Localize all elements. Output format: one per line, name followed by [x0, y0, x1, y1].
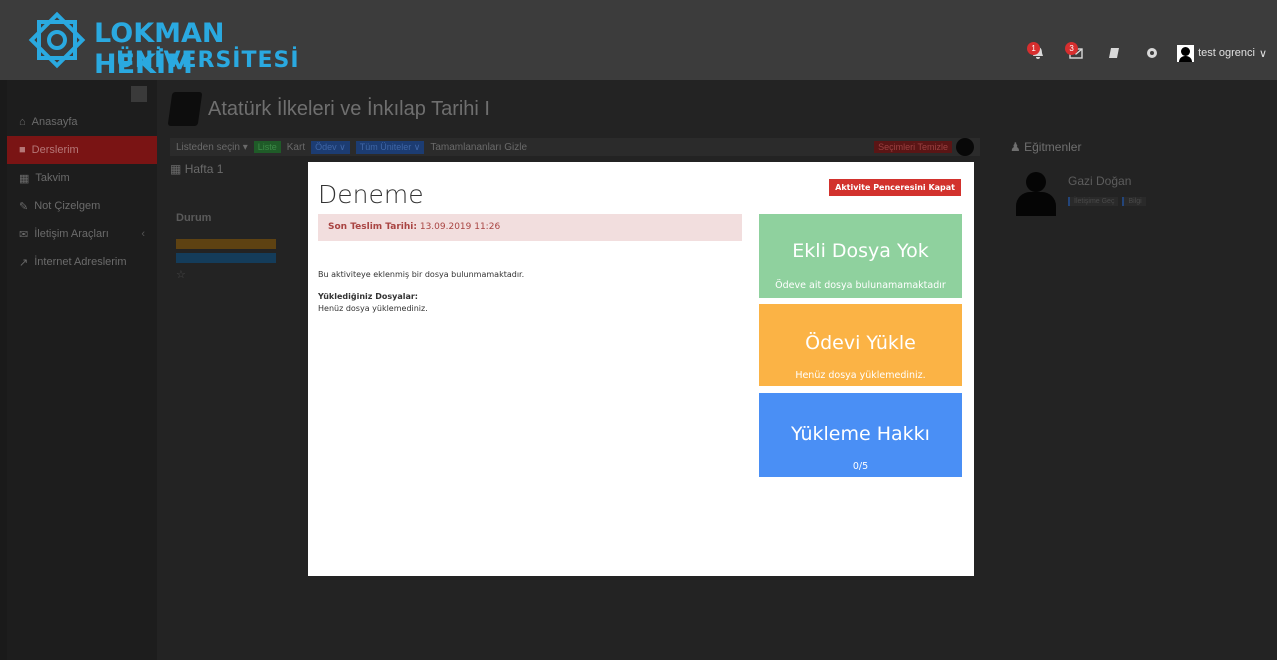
messages-envelope-icon[interactable]: 3: [1057, 42, 1095, 64]
university-logo[interactable]: LOKMAN HEKİM ÜNİVERSİTESİ: [22, 6, 299, 80]
header-actions: 1 3 test ogrenci ∨: [1019, 42, 1267, 64]
close-activity-button[interactable]: Aktivite Penceresini Kapat: [829, 179, 961, 196]
sidebar-item-label: İletişim Araçları: [34, 228, 109, 240]
tile-subtitle: 0/5: [852, 461, 869, 472]
user-avatar: [1177, 44, 1195, 62]
chevron-down-icon: ∨: [1258, 47, 1267, 60]
sidebar-item-iletisim-araclari[interactable]: ✉ İletişim Araçları ‹: [7, 220, 157, 248]
instructor-name: Gazi Doğan: [1068, 174, 1132, 188]
status-tag: [176, 253, 276, 263]
logo-emblem-icon: [28, 11, 86, 69]
calendar-icon: ▦: [170, 162, 182, 176]
logo-text-line2: ÜNİVERSİTESİ: [116, 48, 300, 73]
user-icon: ♟: [1010, 140, 1021, 154]
sidebar-item-anasayfa[interactable]: ⌂ Anasayfa: [7, 108, 157, 136]
sidebar-item-takvim[interactable]: ▦ Takvim: [7, 164, 157, 192]
activity-modal: Deneme Aktivite Penceresini Kapat Son Te…: [308, 162, 974, 576]
tile-title: Ödevi Yükle: [805, 332, 916, 354]
due-date-alert: Son Teslim Tarihi: 13.09.2019 11:26: [318, 214, 742, 241]
notifications-count-badge: 1: [1027, 42, 1041, 55]
course-toolbar: Listeden seçin ▾ Liste Kart Ödev ∨ Tüm Ü…: [170, 138, 980, 156]
contact-instructor-button[interactable]: İletişime Geç: [1068, 197, 1119, 206]
list-select-dropdown[interactable]: Listeden seçin ▾: [176, 142, 248, 153]
due-date-value: 13.09.2019 11:26: [419, 222, 501, 232]
instructors-title: ♟ Eğitmenler: [1010, 140, 1082, 154]
sidebar: ⌂ Anasayfa ■ Derslerim ▦ Takvim ✎ Not Çi…: [7, 80, 157, 660]
chevron-left-icon: ‹: [141, 228, 145, 240]
sidebar-toggle-icon[interactable]: [131, 86, 147, 102]
user-name: test ogrenci: [1198, 47, 1255, 59]
instructor-actions: İletişime Geç Bilgi: [1068, 197, 1146, 206]
courses-book-icon[interactable]: [1095, 42, 1133, 64]
course-book-icon: [167, 92, 203, 126]
star-icon[interactable]: ☆: [176, 268, 186, 281]
external-link-icon: ↗: [19, 256, 29, 269]
tile-title: Ekli Dosya Yok: [792, 240, 929, 262]
calendar-icon: ▦: [19, 172, 30, 185]
units-filter-dropdown[interactable]: Tüm Üniteler ∨: [355, 140, 425, 154]
home-icon: ⌂: [19, 116, 26, 128]
tile-subtitle: Henüz dosya yüklemediniz.: [795, 370, 926, 381]
course-title: Atatürk İlkeleri ve İnkılap Tarihi I: [167, 92, 490, 126]
due-date-label: Son Teslim Tarihi:: [328, 222, 417, 232]
odev-filter-dropdown[interactable]: Ödev ∨: [311, 140, 350, 154]
attached-files-tile[interactable]: Ekli Dosya Yok Ödeve ait dosya bulunamam…: [759, 214, 962, 298]
sidebar-item-label: Takvim: [35, 172, 70, 184]
uploaded-files-value: Henüz dosya yüklemediniz.: [318, 304, 428, 313]
user-menu[interactable]: test ogrenci ∨: [1177, 44, 1267, 62]
sidebar-item-derslerim[interactable]: ■ Derslerim: [7, 136, 157, 164]
status-tag: [176, 239, 276, 249]
language-globe-icon[interactable]: [1133, 42, 1171, 64]
sidebar-item-label: İnternet Adreslerim: [34, 256, 127, 268]
info-icon[interactable]: [956, 138, 974, 156]
tile-title: Yükleme Hakkı: [791, 423, 930, 445]
book-icon: ■: [19, 144, 26, 156]
kart-view-button[interactable]: Kart: [287, 142, 305, 153]
messages-count-badge: 3: [1065, 42, 1079, 55]
top-header: LOKMAN HEKİM ÜNİVERSİTESİ 1 3 test ogren…: [0, 0, 1277, 80]
week-label: ▦ Hafta 1: [170, 162, 224, 176]
sidebar-item-not-cizelgem[interactable]: ✎ Not Çizelgem: [7, 192, 157, 220]
course-title-text: Atatürk İlkeleri ve İnkılap Tarihi I: [208, 97, 490, 120]
liste-view-button[interactable]: Liste: [253, 141, 281, 153]
notifications-bell-icon[interactable]: 1: [1019, 42, 1057, 64]
sidebar-item-label: Derslerim: [31, 144, 79, 156]
sidebar-item-label: Not Çizelgem: [34, 200, 101, 212]
hide-completed-toggle[interactable]: Tamamlananları Gizle: [430, 142, 527, 153]
upload-quota-tile[interactable]: Yükleme Hakkı 0/5: [759, 393, 962, 477]
uploaded-files-label: Yüklediğiniz Dosyalar:: [318, 292, 419, 301]
modal-title: Deneme: [318, 180, 424, 209]
upload-assignment-tile[interactable]: Ödevi Yükle Henüz dosya yüklemediniz.: [759, 304, 962, 386]
tile-subtitle: Ödeve ait dosya bulunamamaktadır: [775, 280, 946, 291]
sidebar-item-label: Anasayfa: [31, 116, 78, 128]
instructor-info-button[interactable]: Bilgi: [1122, 197, 1146, 206]
pencil-icon: ✎: [19, 200, 29, 213]
no-attachment-text: Bu aktiviteye eklenmiş bir dosya bulunma…: [318, 270, 525, 279]
sidebar-item-internet-adreslerim[interactable]: ↗ İnternet Adreslerim: [7, 248, 157, 276]
clear-selection-button[interactable]: Seçimleri Temizle: [874, 141, 952, 153]
status-header: Durum: [176, 212, 212, 224]
envelope-icon: ✉: [19, 228, 29, 241]
instructor-avatar: [1016, 172, 1056, 216]
